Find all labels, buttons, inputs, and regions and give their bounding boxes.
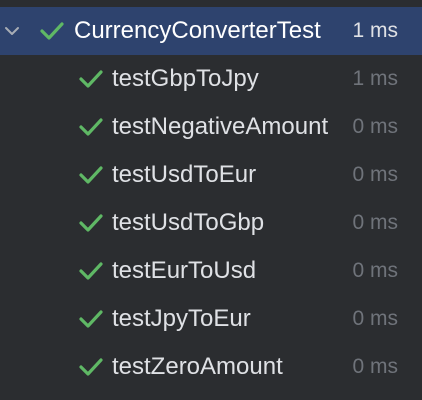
check-icon [79, 214, 103, 232]
check-icon [79, 310, 103, 328]
test-name: testUsdToGbp [112, 209, 265, 236]
test-time: 0 ms [352, 211, 398, 234]
test-name: testEurToUsd [112, 257, 257, 284]
suite-time: 1 ms [352, 19, 398, 42]
check-icon [79, 70, 103, 88]
test-time: 1 ms [352, 67, 398, 90]
test-row[interactable]: testUsdToGbp 0 ms [0, 199, 422, 247]
test-results-tree: CurrencyConverterTest 1 ms testGbpToJpy … [0, 0, 422, 400]
test-row[interactable]: testZeroAmount 0 ms [0, 343, 422, 391]
test-row[interactable]: testJpyToEur 0 ms [0, 295, 422, 343]
test-row[interactable]: testEurToUsd 0 ms [0, 247, 422, 295]
check-icon [79, 118, 103, 136]
test-name: testNegativeAmount [112, 113, 329, 140]
test-time: 0 ms [352, 115, 398, 138]
test-name: testZeroAmount [112, 353, 283, 380]
test-name: testUsdToEur [112, 161, 257, 188]
test-time: 0 ms [352, 355, 398, 378]
test-time: 0 ms [352, 163, 398, 186]
suite-name: CurrencyConverterTest [74, 17, 321, 44]
test-name: testGbpToJpy [112, 65, 259, 92]
test-row[interactable]: testNegativeAmount 0 ms [0, 103, 422, 151]
check-icon [40, 22, 64, 40]
test-row[interactable]: testUsdToEur 0 ms [0, 151, 422, 199]
check-icon [79, 166, 103, 184]
test-row[interactable]: testGbpToJpy 1 ms [0, 55, 422, 103]
test-time: 0 ms [352, 307, 398, 330]
suite-row[interactable]: CurrencyConverterTest 1 ms [0, 7, 422, 55]
test-time: 0 ms [352, 259, 398, 282]
check-icon [79, 262, 103, 280]
test-name: testJpyToEur [112, 305, 251, 332]
chevron-down-icon[interactable] [3, 22, 21, 40]
check-icon [79, 358, 103, 376]
